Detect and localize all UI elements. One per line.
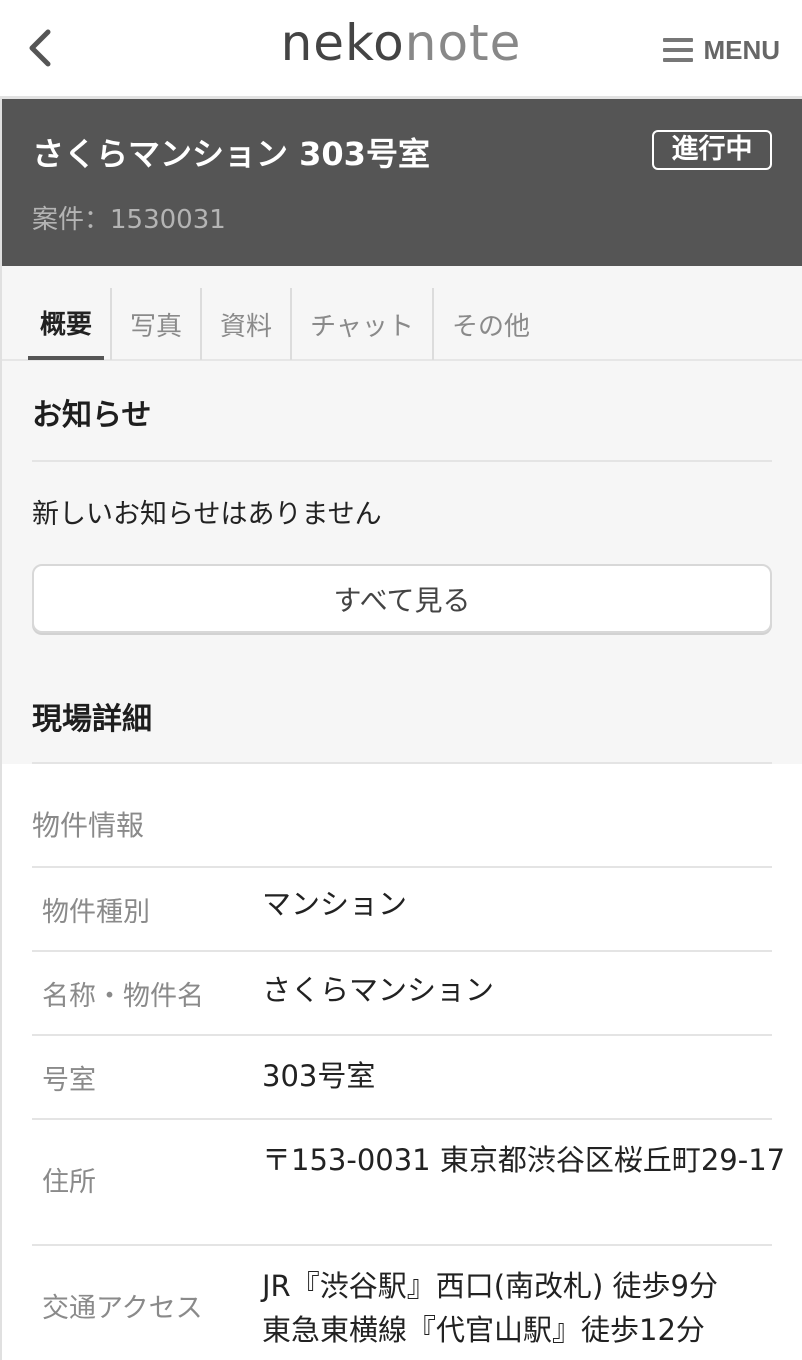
divider: [32, 762, 772, 764]
tab-overview[interactable]: 概要: [28, 288, 104, 360]
notices-empty-text: 新しいお知らせはありません: [32, 499, 382, 530]
hamburger-icon: [663, 38, 694, 62]
project-title: さくらマンション 303号室: [32, 135, 430, 173]
property-name-label: 名称・物件名: [42, 981, 204, 1012]
case-number: 案件：1530031: [32, 205, 226, 235]
top-bar: nekonote MENU: [0, 0, 802, 99]
property-info-heading: 物件情報: [32, 809, 145, 842]
room-number-label: 号室: [42, 1065, 96, 1096]
divider: [32, 866, 772, 868]
project-banner: さくらマンション 303号室 進行中 案件：1530031: [2, 99, 802, 266]
access-value-line-1: JR『渋谷駅』西口(南改札) 徒歩9分: [262, 1269, 719, 1303]
property-name-value: さくらマンション: [262, 973, 495, 1007]
tab-chat[interactable]: チャット: [290, 288, 432, 360]
notices-heading: お知らせ: [32, 398, 152, 433]
divider: [32, 1244, 772, 1246]
access-value-line-2: 東急東横線『代官山駅』徒歩12分: [262, 1313, 705, 1347]
divider: [32, 460, 772, 462]
property-type-label: 物件種別: [42, 897, 150, 928]
address-value: 〒153-0031 東京都渋谷区桜丘町29-17: [262, 1143, 786, 1177]
divider: [32, 950, 772, 952]
tab-bar: 概要 写真 資料 チャット その他: [2, 266, 802, 361]
tab-other[interactable]: その他: [432, 288, 548, 360]
logo-part-2: note: [404, 14, 522, 72]
access-label: 交通アクセス: [42, 1293, 203, 1324]
menu-label: MENU: [703, 34, 780, 65]
room-number-value: 303号室: [262, 1059, 376, 1093]
site-details-heading: 現場詳細: [32, 702, 152, 737]
property-type-value: マンション: [262, 887, 408, 921]
divider: [32, 1118, 772, 1120]
address-label: 住所: [42, 1167, 96, 1198]
menu-button[interactable]: MENU: [663, 32, 780, 68]
logo-part-1: neko: [280, 14, 405, 72]
divider: [32, 1034, 772, 1036]
tab-documents[interactable]: 資料: [200, 288, 290, 360]
tab-photos[interactable]: 写真: [110, 288, 200, 360]
see-all-button[interactable]: すべて見る: [32, 564, 772, 633]
status-badge: 進行中: [652, 130, 772, 170]
